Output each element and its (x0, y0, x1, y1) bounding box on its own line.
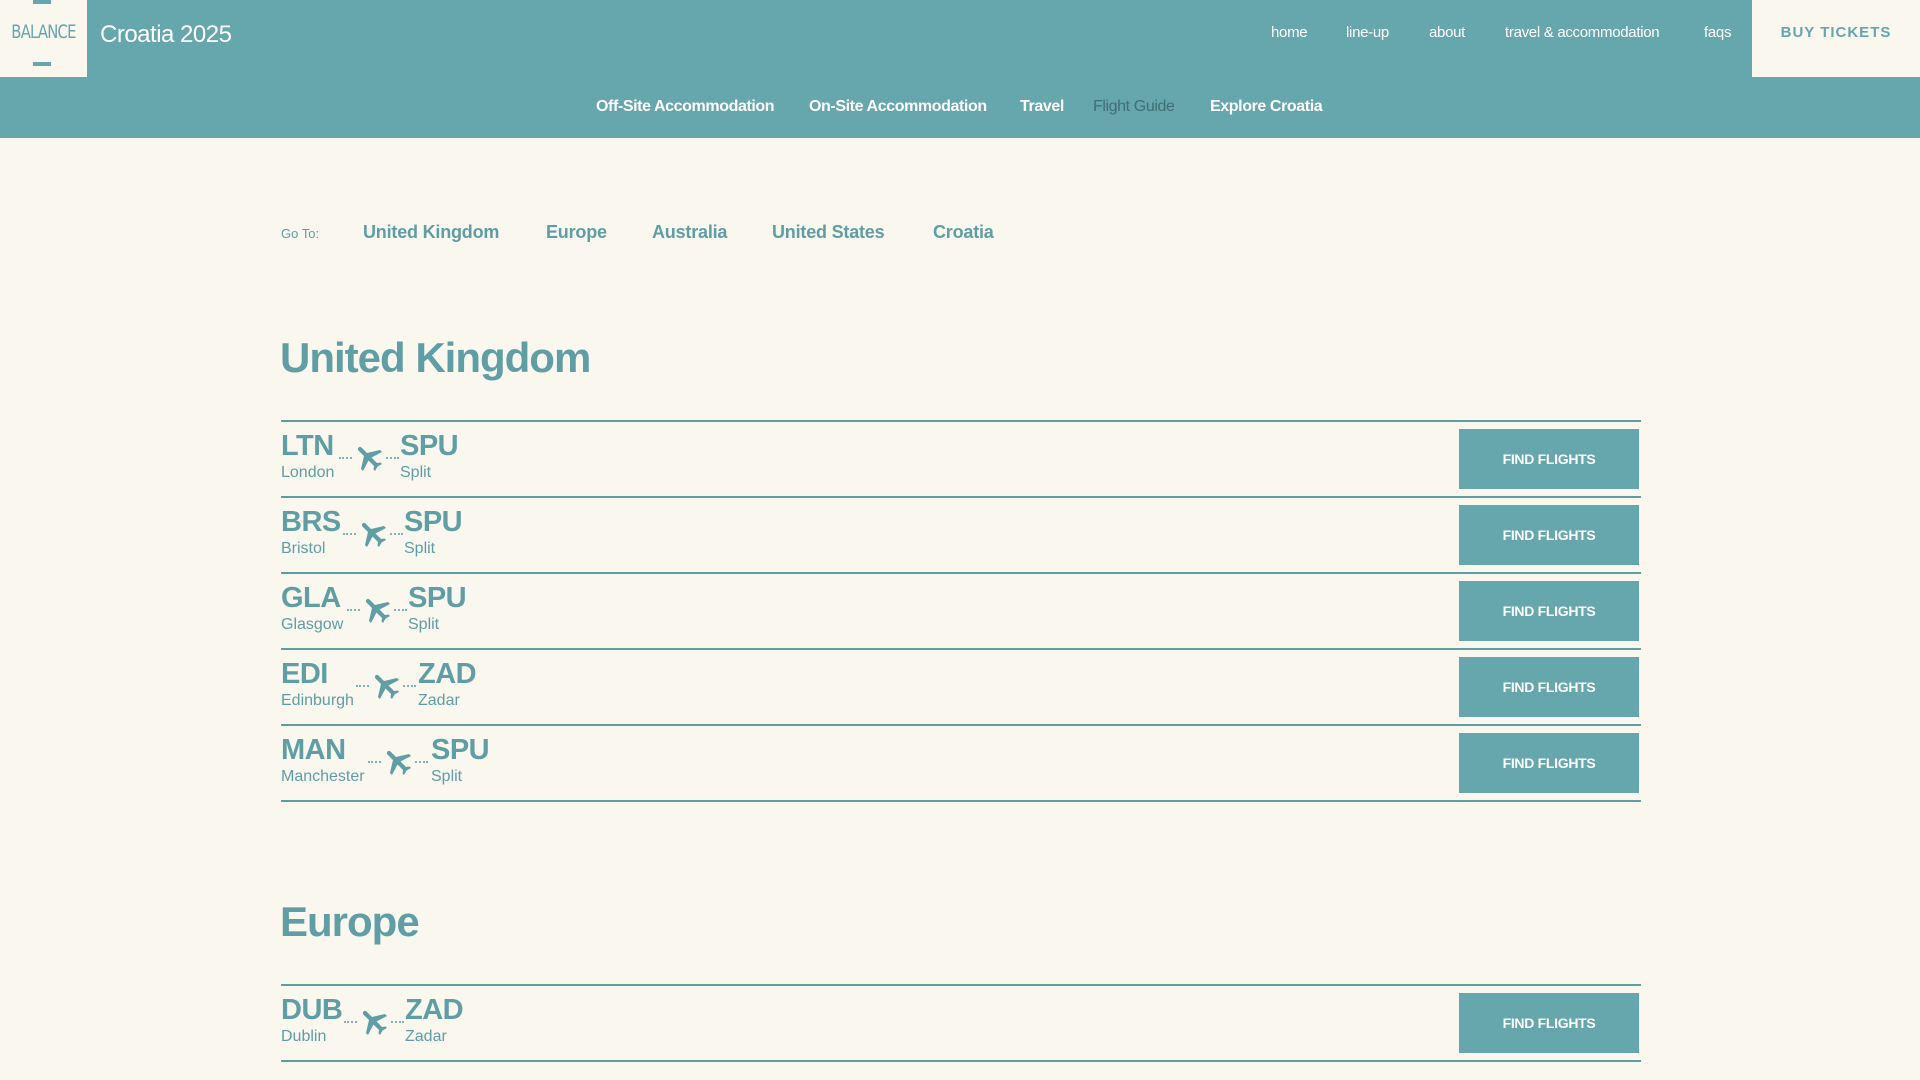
logo-bar-top (33, 0, 51, 4)
destination-code: ZAD (418, 658, 477, 690)
origin-city: Glasgow (281, 616, 344, 633)
destination-city: Split (408, 616, 440, 633)
route-connector (339, 438, 399, 478)
route-row: EDI Edinburgh ZAD Zadar FIND FLIGHTS (281, 648, 1641, 724)
route-row: DUB Dublin ZAD Zadar FIND FLIGHTS (281, 984, 1641, 1062)
find-flights-button[interactable]: FIND FLIGHTS (1459, 733, 1639, 793)
origin-city: Dublin (281, 1028, 327, 1045)
goto-europe[interactable]: Europe (546, 222, 607, 243)
subnav-explore-croatia[interactable]: Explore Croatia (1210, 98, 1323, 116)
route-list-united-kingdom: LTN London SPU Split FIND FLIGHTS BRS Br… (281, 420, 1641, 802)
goto-united-kingdom[interactable]: United Kingdom (363, 222, 499, 243)
find-flights-button[interactable]: FIND FLIGHTS (1459, 581, 1639, 641)
section-title-europe: Europe (280, 898, 420, 945)
route-connector (343, 514, 403, 554)
destination-city: Split (404, 540, 436, 557)
origin-code: BRS (281, 506, 341, 538)
origin-city: Manchester (281, 768, 365, 785)
destination-code: SPU (404, 506, 463, 538)
find-flights-button[interactable]: FIND FLIGHTS (1459, 429, 1639, 489)
destination-city: Split (431, 768, 463, 785)
goto-croatia[interactable]: Croatia (933, 222, 994, 243)
route-list-europe: DUB Dublin ZAD Zadar FIND FLIGHTS (281, 984, 1641, 1062)
top-header: BALANCE Croatia 2025 home line-up about … (0, 0, 1920, 77)
origin-code: MAN (281, 734, 346, 766)
route-row: BRS Bristol SPU Split FIND FLIGHTS (281, 496, 1641, 572)
destination-code: SPU (408, 582, 467, 614)
destination-city: Split (400, 464, 432, 481)
route-connector (344, 1002, 404, 1042)
route-row: LTN London SPU Split FIND FLIGHTS (281, 420, 1641, 496)
nav-faqs[interactable]: faqs (1704, 24, 1731, 41)
destination-city: Zadar (405, 1028, 447, 1045)
goto-label: Go To: (281, 226, 320, 241)
find-flights-button[interactable]: FIND FLIGHTS (1459, 993, 1639, 1053)
subnav-off-site-accommodation[interactable]: Off-Site Accommodation (596, 98, 775, 116)
origin-city: Bristol (281, 540, 326, 557)
goto-australia[interactable]: Australia (652, 222, 727, 243)
origin-city: London (281, 464, 335, 481)
route-connector (347, 590, 407, 630)
nav-about[interactable]: about (1429, 24, 1465, 41)
origin-code: GLA (281, 582, 341, 614)
nav-line-up[interactable]: line-up (1346, 24, 1389, 41)
origin-code: EDI (281, 658, 328, 690)
airplane-icon (360, 592, 394, 626)
nav-home[interactable]: home (1271, 24, 1308, 41)
airplane-icon (357, 1004, 391, 1038)
logo-text: BALANCE (11, 21, 76, 43)
destination-code: SPU (400, 430, 459, 462)
origin-code: LTN (281, 430, 334, 462)
section-title-united-kingdom: United Kingdom (280, 334, 591, 381)
airplane-icon (352, 440, 386, 474)
airplane-icon (356, 516, 390, 550)
route-connector (368, 742, 428, 782)
subnav-travel[interactable]: Travel (1020, 98, 1064, 116)
goto-united-states[interactable]: United States (772, 222, 885, 243)
destination-city: Zadar (418, 692, 460, 709)
destination-code: ZAD (405, 994, 464, 1026)
airplane-icon (381, 744, 415, 778)
logo[interactable]: BALANCE (0, 0, 87, 77)
logo-bar-bottom (33, 62, 51, 66)
buy-tickets-label: BUY TICKETS (1780, 24, 1892, 41)
route-row: MAN Manchester SPU Split FIND FLIGHTS (281, 724, 1641, 802)
subnav-flight-guide[interactable]: Flight Guide (1093, 98, 1175, 116)
route-connector (356, 666, 416, 706)
nav-travel-accommodation[interactable]: travel & accommodation (1505, 24, 1660, 41)
sub-navigation: Off-Site Accommodation On-Site Accommoda… (0, 77, 1920, 138)
airplane-icon (369, 668, 403, 702)
route-row: GLA Glasgow SPU Split FIND FLIGHTS (281, 572, 1641, 648)
origin-code: DUB (281, 994, 343, 1026)
origin-city: Edinburgh (281, 692, 354, 709)
destination-code: SPU (431, 734, 490, 766)
find-flights-button[interactable]: FIND FLIGHTS (1459, 657, 1639, 717)
site-title[interactable]: Croatia 2025 (100, 21, 232, 49)
buy-tickets-button[interactable]: BUY TICKETS (1752, 0, 1920, 77)
subnav-on-site-accommodation[interactable]: On-Site Accommodation (809, 98, 987, 116)
find-flights-button[interactable]: FIND FLIGHTS (1459, 505, 1639, 565)
